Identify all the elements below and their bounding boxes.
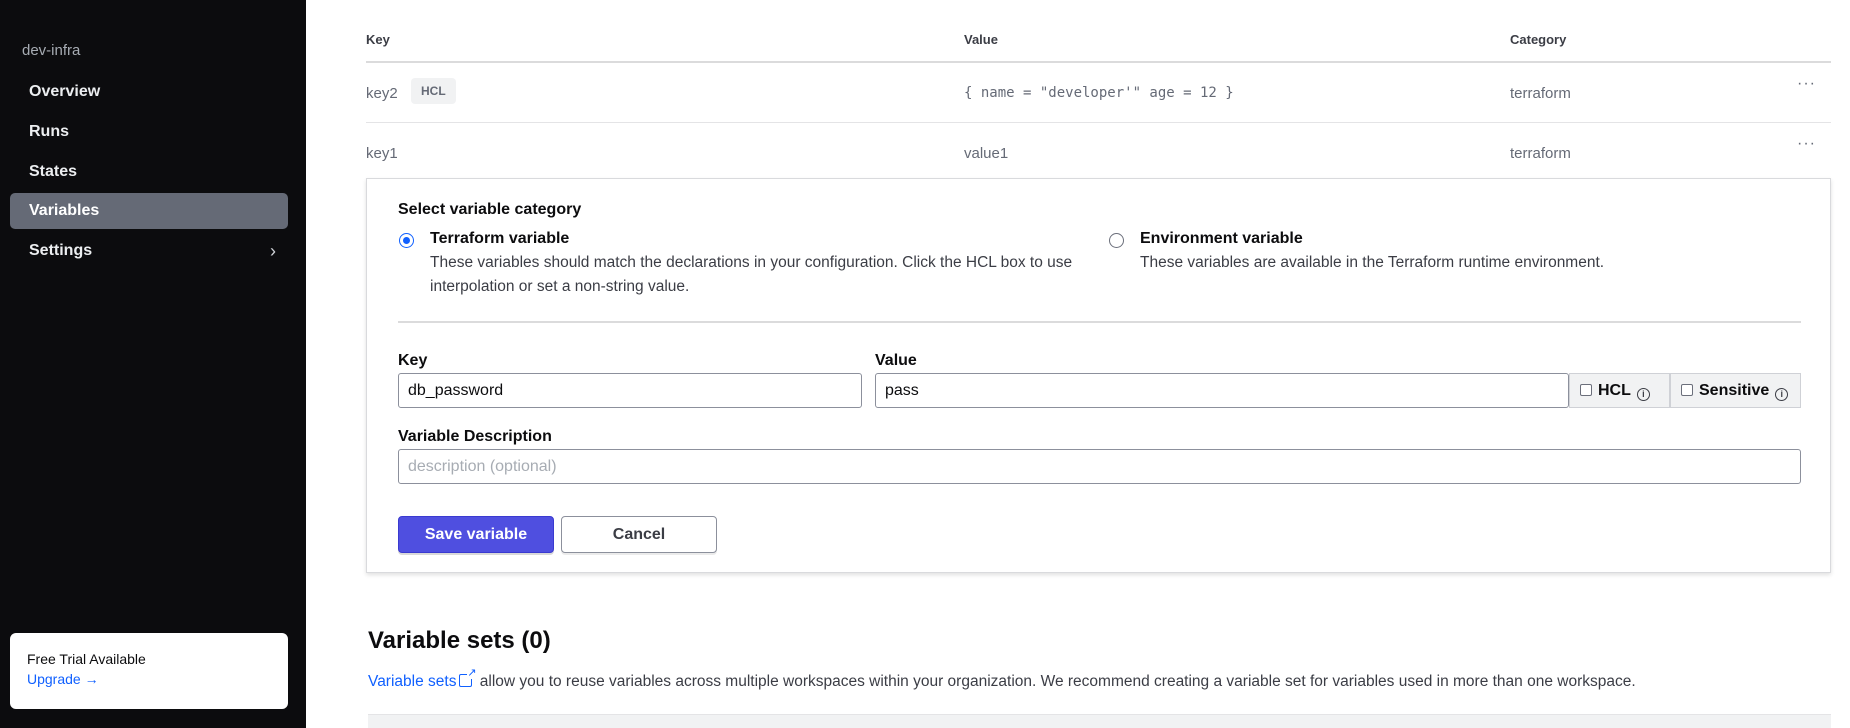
sensitive-checkbox[interactable] <box>1681 384 1693 396</box>
value-label: Value <box>875 352 917 369</box>
info-icon[interactable]: i <box>1775 388 1789 401</box>
arrow-right-icon: → <box>84 671 99 687</box>
environment-radio[interactable] <box>1109 233 1124 248</box>
more-actions-icon[interactable]: ··· <box>1797 75 1816 93</box>
description-label: Variable Description <box>398 428 552 445</box>
environment-option-title[interactable]: Environment variable <box>1140 230 1303 248</box>
info-icon[interactable]: i <box>1636 388 1650 401</box>
chevron-right-icon: › <box>270 241 276 261</box>
variable-sets-description: Variable sets allow you to reuse variabl… <box>368 668 1636 691</box>
trial-card: Free Trial Available Upgrade → <box>10 633 288 709</box>
external-link-icon <box>459 668 477 687</box>
sidebar: dev-infra Overview Runs States Variables… <box>0 0 306 728</box>
sidebar-item-label: Settings <box>29 242 93 259</box>
variable-sets-title: Variable sets (0) <box>368 627 551 654</box>
workspace-name[interactable]: dev-infra <box>22 42 80 59</box>
column-key: Key <box>366 32 390 47</box>
variable-key: key2 <box>366 85 398 102</box>
divider <box>398 321 1801 323</box>
value-input[interactable]: pass <box>875 373 1569 408</box>
sidebar-item-overview[interactable]: Overview <box>10 74 288 110</box>
sidebar-item-states[interactable]: States <box>10 154 288 190</box>
hcl-label: HCL <box>1598 382 1631 399</box>
column-category: Category <box>1510 32 1567 47</box>
environment-option-desc: These variables are available in the Ter… <box>1140 254 1605 271</box>
hcl-toggle[interactable]: HCL i <box>1569 373 1670 408</box>
terraform-option-title[interactable]: Terraform variable <box>430 230 569 248</box>
key-input[interactable]: db_password <box>398 373 862 408</box>
cancel-button[interactable]: Cancel <box>561 516 717 553</box>
key-label: Key <box>398 352 428 369</box>
sensitive-toggle[interactable]: Sensitive i <box>1670 373 1801 408</box>
save-variable-button[interactable]: Save variable <box>398 516 554 553</box>
table-header: Key Value Category <box>366 0 1831 63</box>
variable-category: terraform <box>1510 85 1571 102</box>
more-actions-icon[interactable]: ··· <box>1797 135 1816 153</box>
variable-sets-link[interactable]: Variable sets <box>368 668 477 690</box>
variable-category: terraform <box>1510 145 1571 162</box>
variable-sets-table <box>368 714 1831 728</box>
sidebar-item-runs[interactable]: Runs <box>10 114 288 150</box>
trial-title: Free Trial Available <box>27 651 146 667</box>
variable-sets-text: allow you to reuse variables across mult… <box>479 673 1636 690</box>
sidebar-item-variables[interactable]: Variables <box>10 193 288 229</box>
sidebar-item-settings[interactable]: Settings › <box>10 233 288 269</box>
table-row: key2 HCL { name = "developer'" age = 12 … <box>366 63 1831 123</box>
column-value: Value <box>964 32 998 47</box>
variable-value: value1 <box>964 145 1009 162</box>
variable-key: key1 <box>366 145 398 162</box>
main-content: Key Value Category key2 HCL { name = "de… <box>306 0 1850 728</box>
variable-sets-link-label: Variable sets <box>368 673 457 690</box>
terraform-radio[interactable] <box>399 233 414 248</box>
terraform-option-desc-line2: interpolation or set a non-string value. <box>430 278 690 295</box>
terraform-option-desc-line1: These variables should match the declara… <box>430 254 1073 271</box>
description-input[interactable]: description (optional) <box>398 449 1801 484</box>
table-row: key1 value1 terraform ··· <box>366 123 1831 183</box>
variable-value: { name = "developer'" age = 12 } <box>964 85 1234 101</box>
category-legend: Select variable category <box>398 201 582 218</box>
upgrade-label: Upgrade <box>27 671 81 687</box>
edit-variable-form: Select variable category Terraform varia… <box>366 178 1831 573</box>
hcl-checkbox[interactable] <box>1580 384 1592 396</box>
upgrade-link[interactable]: Upgrade → <box>27 671 271 687</box>
hcl-badge: HCL <box>411 78 456 104</box>
sensitive-label: Sensitive <box>1699 382 1770 399</box>
